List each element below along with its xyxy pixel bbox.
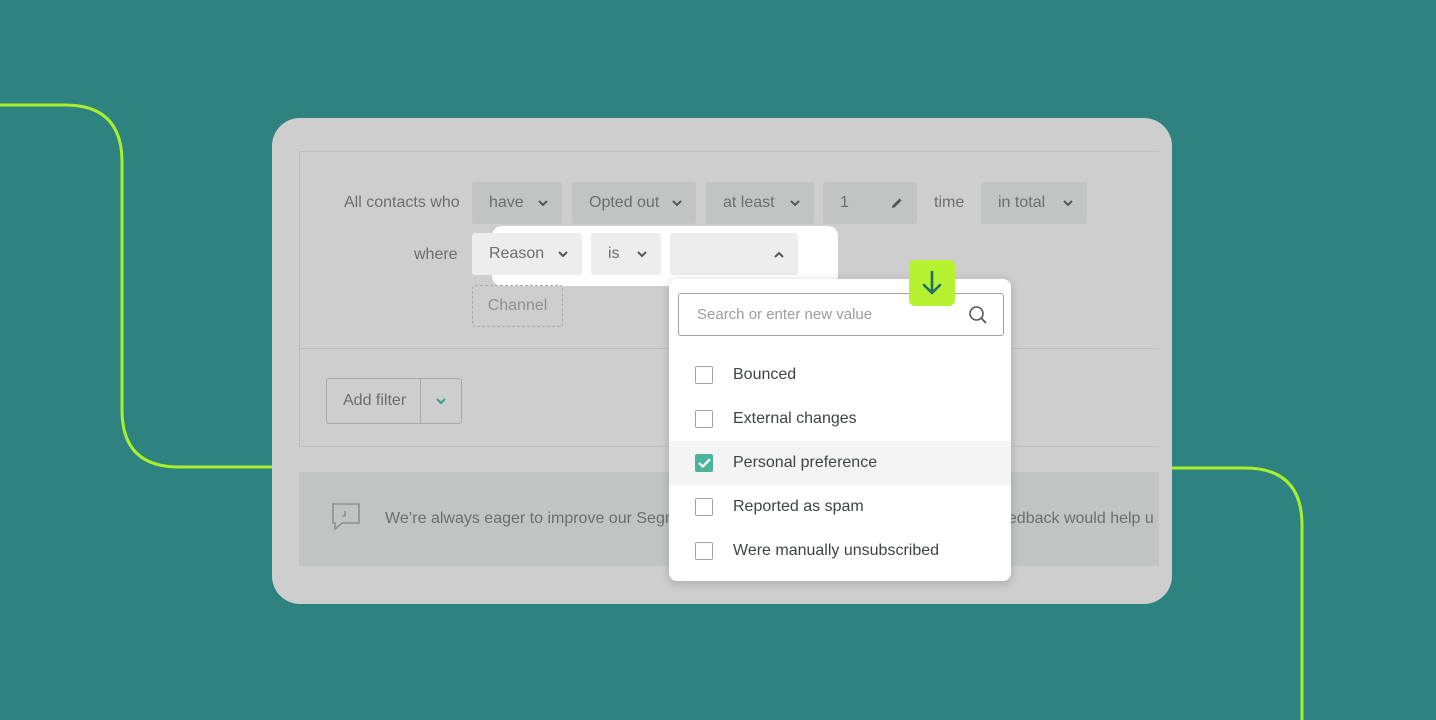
operator-select[interactable]: is xyxy=(591,233,661,275)
time-label: time xyxy=(934,194,965,211)
reason-select[interactable]: Reason xyxy=(472,233,582,275)
search-box xyxy=(678,293,1004,336)
checkbox[interactable] xyxy=(695,542,713,560)
speech-bubble-icon xyxy=(332,503,360,531)
option-bounced[interactable]: Bounced xyxy=(669,353,1011,397)
reason-select-value: Reason xyxy=(489,245,545,262)
quantifier-select[interactable]: at least xyxy=(706,182,814,224)
chevron-up-icon xyxy=(774,251,784,258)
add-filter-label[interactable]: Add filter xyxy=(327,379,421,423)
period-select[interactable]: in total xyxy=(981,182,1087,224)
reason-values-dropdown: Bounced External changes Personal prefer… xyxy=(669,279,1011,581)
quantifier-select-value: at least xyxy=(723,194,775,211)
option-label: Personal preference xyxy=(733,454,878,471)
feedback-text-continued: eedback would help u xyxy=(999,510,1154,527)
channel-option-label: Channel xyxy=(487,297,548,314)
checkbox[interactable] xyxy=(695,498,713,516)
have-select[interactable]: have xyxy=(472,182,562,224)
all-contacts-label: All contacts who xyxy=(344,194,460,211)
event-select[interactable]: Opted out xyxy=(572,182,696,224)
chevron-down-icon xyxy=(637,250,647,257)
channel-option[interactable]: Channel xyxy=(472,285,563,327)
pencil-icon xyxy=(892,198,902,208)
checkmark-icon xyxy=(697,458,711,468)
option-label: External changes xyxy=(733,410,857,427)
arrow-down-icon xyxy=(922,270,942,295)
option-personal-preference[interactable]: Personal preference xyxy=(669,441,1011,485)
option-label: Reported as spam xyxy=(733,498,864,515)
chevron-down-icon xyxy=(790,199,800,206)
have-select-value: have xyxy=(489,194,524,211)
chevron-down-icon xyxy=(558,250,568,257)
where-label: where xyxy=(414,246,458,263)
option-were-manually-unsubscribed[interactable]: Were manually unsubscribed xyxy=(669,529,1011,573)
checkbox-checked[interactable] xyxy=(695,454,713,472)
checkbox[interactable] xyxy=(695,366,713,384)
add-filter-dropdown-toggle[interactable] xyxy=(421,379,461,423)
chevron-down-icon xyxy=(538,199,548,206)
event-select-value: Opted out xyxy=(589,194,660,211)
chevron-down-icon xyxy=(672,199,682,206)
operator-select-value: is xyxy=(608,245,620,262)
count-input[interactable]: 1 xyxy=(823,182,917,224)
add-filter-button[interactable]: Add filter xyxy=(326,378,462,424)
search-icon[interactable] xyxy=(968,305,988,325)
period-select-value: in total xyxy=(998,194,1046,211)
option-reported-as-spam[interactable]: Reported as spam xyxy=(669,485,1011,529)
value-select[interactable] xyxy=(670,233,798,275)
checkbox[interactable] xyxy=(695,410,713,428)
feedback-text: We’re always eager to improve our Segmen… xyxy=(385,510,701,527)
count-value: 1 xyxy=(840,194,849,211)
option-label: Were manually unsubscribed xyxy=(733,542,940,559)
chevron-down-icon xyxy=(436,397,446,404)
arrow-down-badge xyxy=(909,260,955,306)
option-label: Bounced xyxy=(733,366,797,383)
chevron-down-icon xyxy=(1063,199,1073,206)
option-external-changes[interactable]: External changes xyxy=(669,397,1011,441)
